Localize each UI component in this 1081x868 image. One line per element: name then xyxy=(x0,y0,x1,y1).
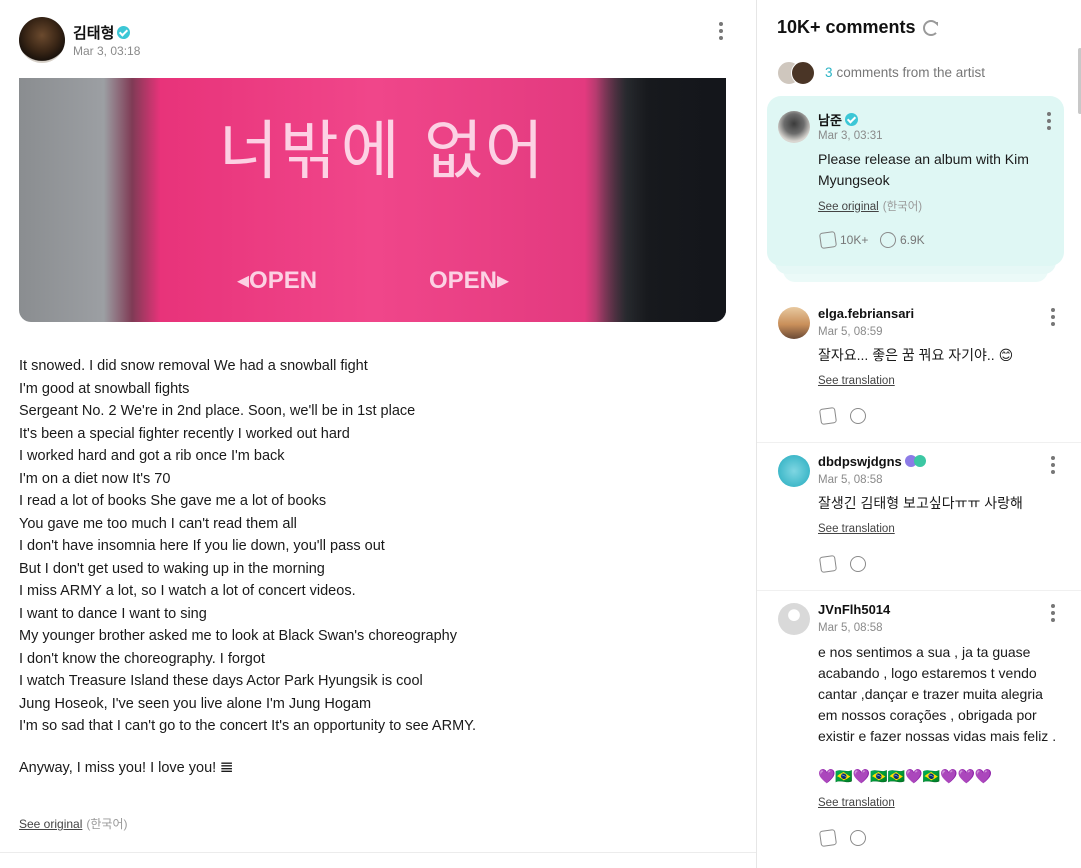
see-translation-link[interactable]: See translation xyxy=(818,375,895,387)
comment-text: 잘생긴 김태형 보고싶다ㅠㅠ 사랑해 xyxy=(818,495,1023,511)
comment-author[interactable]: JVnFlh5014 xyxy=(818,602,890,617)
verified-badge-icon xyxy=(844,113,858,126)
post-line: It snowed. I did snow removal We had a s… xyxy=(19,358,368,374)
post-line: You gave me too much I can't read them a… xyxy=(19,515,297,532)
post-line: My younger brother asked me to look at B… xyxy=(19,628,457,644)
comment-more-icon[interactable] xyxy=(1046,112,1052,132)
comment-author-row[interactable]: 남준 xyxy=(818,110,858,129)
reply-icon[interactable] xyxy=(850,556,866,572)
repost-count: 10K+ xyxy=(840,233,869,247)
comment-avatar[interactable] xyxy=(778,307,810,339)
comment-emojis: 💜🇧🇷💜🇧🇷🇧🇷💜🇧🇷💜💜💜 xyxy=(818,768,993,784)
see-translation-link[interactable]: See translation xyxy=(818,523,895,535)
comment-author[interactable]: dbdpswjdgns xyxy=(818,454,902,469)
post-line: I worked hard and got a rib once I'm bac… xyxy=(19,448,285,464)
post-line: Jung Hoseok, I've seen you live alone I'… xyxy=(19,695,372,712)
artist-comments-link[interactable]: 3 comments from the artist xyxy=(825,65,985,80)
repost-icon[interactable] xyxy=(818,406,838,426)
image-open-left-text: ◂OPEN xyxy=(237,267,318,294)
divider xyxy=(0,852,756,853)
see-original-row: See original (한국어) xyxy=(818,198,922,214)
post-line: I don't know the choreography. I forgot xyxy=(19,650,265,667)
comment-avatar[interactable] xyxy=(778,111,810,143)
post-line: I'm good at snowball fights xyxy=(19,380,190,397)
verified-badge-icon xyxy=(117,26,131,39)
image-korean-text: 너밖에 없어 xyxy=(219,115,546,189)
see-translation-link[interactable]: See translation xyxy=(818,797,895,809)
post-line: I miss ARMY a lot, so I watch a lot of c… xyxy=(19,583,356,599)
see-original-link[interactable]: See original xyxy=(19,817,82,831)
reply-icon[interactable] xyxy=(850,830,866,846)
artist-comment-count: 3 xyxy=(825,65,833,80)
post-line: I'm on a diet now It's 70 xyxy=(19,470,171,487)
post-line: I watch Treasure Island these days Actor… xyxy=(19,673,423,689)
divider xyxy=(757,590,1081,591)
comment-more-icon[interactable] xyxy=(1050,308,1056,328)
post-date: Mar 3, 03:18 xyxy=(73,44,141,58)
divider xyxy=(757,442,1081,443)
repost-icon[interactable] xyxy=(818,554,838,574)
post-line: I don't have insomnia here If you lie do… xyxy=(19,538,385,554)
post-line: It's been a special fighter recently I w… xyxy=(19,425,350,442)
image-shadow xyxy=(596,78,726,322)
reply-icon[interactable] xyxy=(880,232,896,248)
see-original-row: See original (한국어) xyxy=(19,815,128,832)
comment-date: Mar 5, 08:58 xyxy=(818,622,883,634)
image-open-right-text: OPEN▸ xyxy=(429,267,510,294)
post-pane: 김태형 Mar 3, 03:18 너밖에 없어 ◂OPEN OPEN▸ It s… xyxy=(0,0,756,868)
reply-icon[interactable] xyxy=(850,408,866,424)
post-line: But I don't get used to waking up in the… xyxy=(19,560,325,577)
see-original-link[interactable]: See original xyxy=(818,201,879,213)
repost-icon[interactable] xyxy=(818,230,838,250)
comment-date: Mar 3, 03:31 xyxy=(818,130,883,142)
reply-count: 6.9K xyxy=(900,233,925,247)
post-sign-off: Anyway, I miss you! I love you! 𝌆 xyxy=(19,760,234,776)
author-name[interactable]: 김태형 xyxy=(73,25,114,42)
comment-more-icon[interactable] xyxy=(1050,604,1056,624)
author-avatar[interactable] xyxy=(19,17,65,63)
comment-author[interactable]: 남준 xyxy=(818,113,842,128)
artist-comments-label: comments from the artist xyxy=(836,65,986,80)
comment-author-row[interactable]: dbdpswjdgns xyxy=(818,454,927,469)
comment-text: e nos sentimos a sua , ja ta guase acaba… xyxy=(818,644,1057,744)
comments-pane: 10K+ comments 3 comments from the artist … xyxy=(756,0,1081,868)
comment-avatar[interactable] xyxy=(778,455,810,487)
comment-text: Please release an album with Kim Myungse… xyxy=(818,151,1029,188)
post-more-icon[interactable] xyxy=(718,22,724,42)
comments-title: 10K+ comments xyxy=(777,17,916,37)
membership-badge-icon xyxy=(904,455,927,467)
post-line: I want to dance I want to sing xyxy=(19,605,207,622)
comment-author[interactable]: elga.febriansari xyxy=(818,306,914,321)
comment-text: 잘자요... 좋은 꿈 꿔요 자기야.. 😊 xyxy=(818,347,1014,363)
post-line: I read a lot of books She gave me a lot … xyxy=(19,493,327,509)
refresh-icon[interactable] xyxy=(923,20,939,36)
post-body: It snowed. I did snow removal We had a s… xyxy=(19,355,719,738)
post-line: Sergeant No. 2 We're in 2nd place. Soon,… xyxy=(19,403,416,419)
comment-date: Mar 5, 08:59 xyxy=(818,326,883,338)
artist-avatar xyxy=(791,61,815,85)
comment-language: (한국어) xyxy=(882,201,923,213)
post-line: I'm so sad that I can't go to the concer… xyxy=(19,718,476,734)
comment-date: Mar 5, 08:58 xyxy=(818,474,883,486)
repost-icon[interactable] xyxy=(818,828,838,848)
comment-more-icon[interactable] xyxy=(1050,456,1056,476)
default-avatar-icon[interactable] xyxy=(778,603,810,635)
author-name-row[interactable]: 김태형 xyxy=(73,22,131,43)
post-image[interactable]: 너밖에 없어 ◂OPEN OPEN▸ xyxy=(19,78,726,322)
post-language: (한국어) xyxy=(86,817,128,831)
